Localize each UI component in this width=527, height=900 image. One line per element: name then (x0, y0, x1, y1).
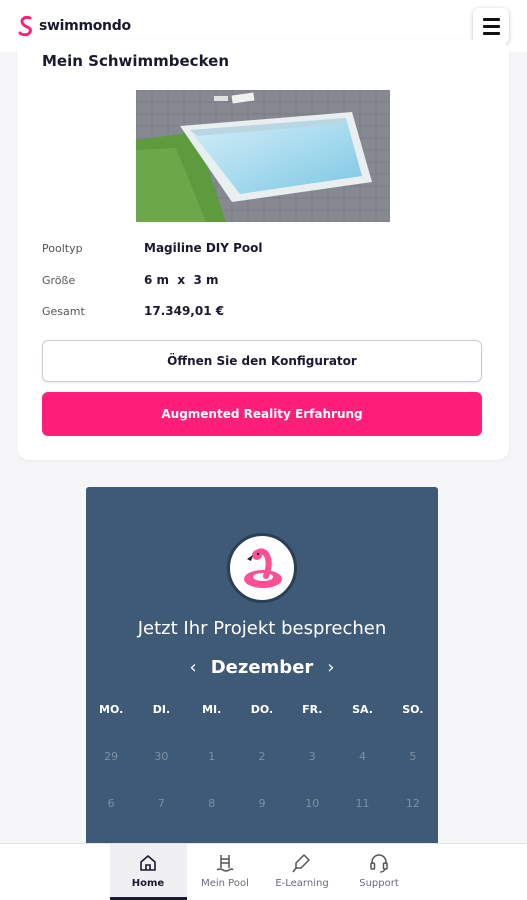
chevron-left-icon[interactable]: ‹ (190, 657, 197, 678)
weekday-label: DI. (152, 703, 171, 716)
weekday-label: DO. (250, 703, 274, 716)
swimmondo-logo-icon (18, 16, 32, 37)
calendar-day: 1 (208, 750, 216, 763)
weekday-label: MI. (202, 703, 222, 716)
pool-render-image (136, 90, 390, 222)
nav-item-mein-pool[interactable]: Mein Pool (187, 844, 264, 900)
brand-name: swimmondo (39, 18, 131, 34)
calendar-week-row: 29 30 1 2 3 4 5 (86, 750, 438, 763)
calendar-day: 12 (405, 797, 420, 810)
learning-icon (292, 854, 310, 873)
chevron-right-icon[interactable]: › (327, 657, 334, 678)
calendar-week-row: 6 7 8 9 10 11 12 (86, 797, 438, 810)
calendar-day: 8 (208, 797, 216, 810)
month-switcher: ‹ Dezember › (86, 657, 438, 678)
calendar-day: 30 (154, 750, 169, 763)
calendar-day: 2 (258, 750, 266, 763)
nav-label-home: Home (131, 878, 165, 889)
weekday-label: MO. (99, 703, 124, 716)
calendar-day: 11 (355, 797, 370, 810)
augmented-reality-button[interactable]: Augmented Reality Erfahrung (42, 392, 482, 436)
weekday-label: SO. (402, 703, 424, 716)
spec-label-pooltyp: Pooltyp (42, 242, 83, 255)
swimmondo-logo[interactable]: swimmondo (18, 15, 131, 37)
calendar-day: 4 (359, 750, 367, 763)
calendar-day: 7 (157, 797, 165, 810)
spec-value-pooltyp: Magiline DIY Pool (144, 241, 263, 255)
pool-card-title: Mein Schwimmbecken (42, 52, 230, 70)
home-icon (140, 855, 156, 871)
flamingo-icon (227, 533, 297, 603)
nav-label-mein-pool: Mein Pool (201, 878, 249, 889)
hamburger-menu-icon (482, 17, 500, 21)
headset-icon (370, 854, 388, 873)
spec-label-groesse: Größe (42, 274, 76, 287)
nav-item-support[interactable]: Support (341, 844, 418, 900)
spec-value-gesamt: 17.349,01 € (144, 304, 225, 318)
spec-label-gesamt: Gesamt (42, 305, 85, 318)
weekday-label: SA. (352, 703, 373, 716)
bottom-navigation: Home Mein Pool E-Learning Support (0, 843, 527, 900)
nav-label-support: Support (359, 878, 399, 889)
nav-label-e-learning: E-Learning (275, 878, 329, 889)
pool-ladder-icon (216, 855, 234, 872)
nav-item-home[interactable]: Home (109, 844, 187, 900)
calendar-day: 29 (104, 750, 119, 763)
calendar-day: 5 (409, 750, 417, 763)
booking-calendar: Jetzt Ihr Projekt besprechen ‹ Dezember … (86, 487, 438, 847)
calendar-day: 6 (107, 797, 115, 810)
hamburger-menu-button[interactable] (473, 8, 509, 44)
calendar-month: Dezember (210, 657, 314, 678)
calendar-day: 10 (305, 797, 320, 810)
calendar-heading: Jetzt Ihr Projekt besprechen (137, 618, 387, 639)
spec-value-groesse: 6 m x 3 m (144, 273, 219, 287)
open-configurator-button[interactable]: Öffnen Sie den Konfigurator (42, 340, 482, 382)
pool-card: Mein Schwimmbecken Pooltyp Magiline DIY … (17, 40, 509, 460)
nav-item-e-learning[interactable]: E-Learning (264, 844, 341, 900)
calendar-day: 9 (258, 797, 266, 810)
weekday-header-row: MO. DI. MI. DO. FR. SA. SO. (86, 703, 438, 716)
calendar-day: 3 (308, 750, 316, 763)
weekday-label: FR. (302, 703, 323, 716)
